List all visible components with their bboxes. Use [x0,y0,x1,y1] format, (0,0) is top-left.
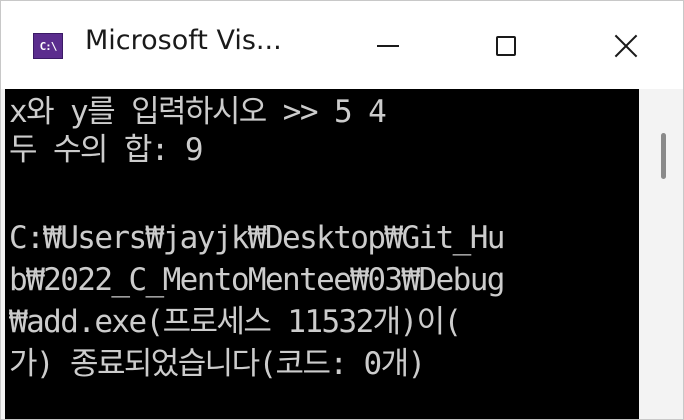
title-bar[interactable]: C:\ Microsoft Vis... [1,1,683,89]
maximize-button[interactable] [461,11,551,81]
console-output[interactable]: x와 y를 입력하시오 >> 5 4 두 수의 합: 9 C:₩Users₩ja… [5,89,639,419]
vertical-scrollbar[interactable] [639,89,683,419]
app-icon-text: C:\ [39,39,58,53]
close-icon [613,33,639,59]
console-line: 두 수의 합: 9 [9,132,204,168]
window-title: Microsoft Vis... [85,25,282,56]
console-window: C:\ Microsoft Vis... x와 y를 입력하시오 >> 5 4 … [0,0,684,420]
console-line: C:₩Users₩jayjk₩Desktop₩Git_Hu [9,220,505,256]
minimize-icon [377,45,399,47]
console-line: x와 y를 입력하시오 >> 5 4 [9,94,387,130]
minimize-button[interactable] [343,11,433,81]
console-line: ₩add.exe(프로세스 11532개)이( [9,304,462,340]
console-line: b₩2022_C_MentoMentee₩03₩Debug [9,262,505,298]
maximize-icon [496,36,516,56]
console-app-icon: C:\ [33,33,63,59]
console-line: 가) 종료되었습니다(코드: 0개) [9,346,426,382]
close-button[interactable] [581,11,671,81]
scrollbar-thumb[interactable] [661,133,666,179]
